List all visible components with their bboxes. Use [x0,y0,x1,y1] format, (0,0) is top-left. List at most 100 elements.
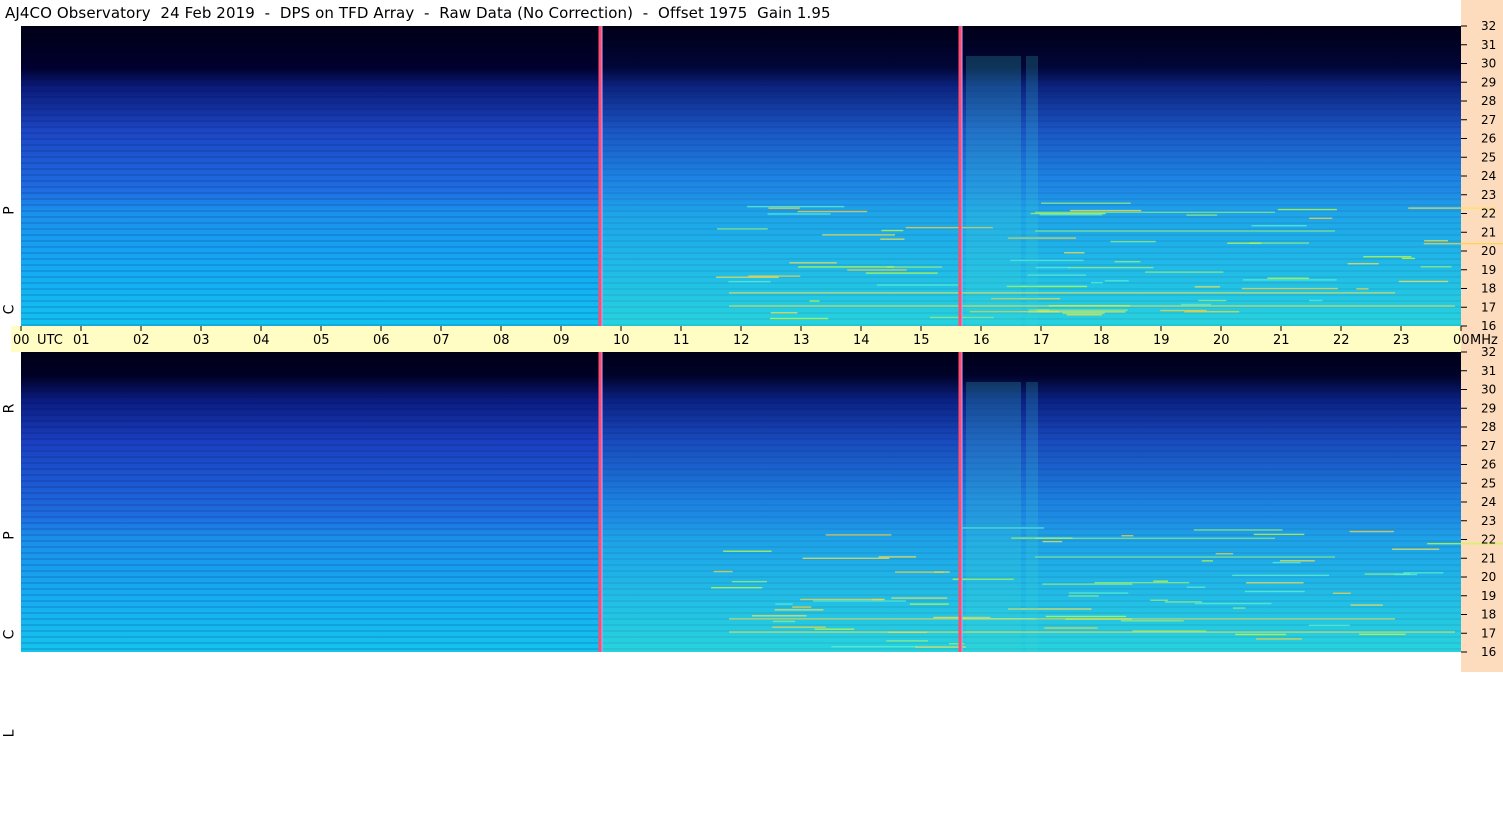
utc-tick-label: 17 [1033,333,1050,348]
interference-streak [1150,599,1169,601]
freq-tick-label: 28 [1481,420,1496,434]
utc-tick-label: 23 [1393,333,1410,348]
interference-streak [1042,540,1063,543]
utc-tick-label: 06 [373,333,390,348]
interference-streak [1160,309,1207,312]
interference-streak [876,284,958,286]
carrier-line [1035,537,1275,539]
freq-tick-label: 21 [1481,225,1496,239]
utc-tick-label: 00 [1453,333,1470,348]
interference-streak [751,615,807,617]
interference-streak [1401,257,1416,260]
freq-tick-label: 32 [1481,345,1496,359]
interference-streak [1398,280,1449,283]
interference-streak [1067,266,1154,269]
freq-tick-label: 17 [1481,626,1496,640]
freq-tick-label: 19 [1481,263,1496,277]
utc-tick-label: 02 [133,333,150,348]
interference-streak [717,228,768,230]
time-marker-edge [601,26,603,326]
interference-streak [1350,604,1383,606]
time-marker-edge [601,352,603,652]
utc-tick-label: 05 [313,333,330,348]
interference-streak [1164,601,1202,603]
time-marker [958,352,962,652]
interference-streak [1153,580,1169,582]
interference-streak [1242,279,1337,281]
interference-streak [1253,533,1305,536]
interference-streak [1277,208,1337,211]
interference-streak [1042,583,1133,585]
freq-tick-label: 30 [1481,383,1496,397]
freq-tick-label: 26 [1481,458,1496,472]
interference-streak [1279,560,1315,562]
interference-streak [1215,553,1234,555]
interference-streak [800,598,885,601]
interference-streak [1035,266,1070,269]
interference-streak [1349,530,1394,533]
interference-streak [825,534,892,536]
interference-streak [1392,548,1440,550]
interference-streak [1028,309,1128,311]
interference-streak [814,628,855,630]
freq-tick-label: 22 [1481,207,1496,221]
interference-streak [1246,582,1304,584]
emission-column [966,382,1021,652]
interference-streak [1308,624,1350,627]
interference-streak [713,570,733,573]
interference-streak [1181,303,1212,306]
interference-streak [1041,202,1131,204]
interference-streak [1120,620,1184,622]
interference-streak [767,213,831,215]
interference-streak [773,620,796,623]
carrier-line [729,631,1455,633]
interference-streak [728,280,771,283]
time-marker [598,352,602,652]
interference-streak [1403,572,1444,574]
freq-tick-label: 23 [1481,188,1496,202]
carrier-line [729,292,1395,294]
freq-tick-label: 31 [1481,364,1496,378]
interference-streak [1045,615,1127,618]
interference-streak [1308,299,1323,302]
carrier-line [1035,230,1335,232]
utc-tick-label: 19 [1153,333,1170,348]
interference-streak [831,646,918,648]
time-marker-edge [961,26,963,326]
freq-tick-label: 27 [1481,439,1496,453]
spectrogram-chart: 00 01 02 03 04 05 06 07 08 09 10 11 12 13 14 15 16 17 18 19… [11,19,1503,659]
interference-streak [747,205,845,208]
utc-tick-label: 04 [253,333,270,348]
interference-streak [1110,240,1156,243]
interference-streak [797,266,894,268]
interference-streak [1333,592,1351,595]
freq-tick-label: 19 [1481,589,1496,603]
interference-streak [1030,212,1106,215]
interference-streak [881,229,904,232]
interference-streak [802,557,890,559]
rcp-panel [21,26,1503,326]
interference-streak [1198,299,1227,302]
freq-tick-label: 30 [1481,57,1496,71]
interference-streak [1251,225,1307,227]
interference-streak [711,587,763,589]
interference-streak [1256,638,1302,640]
utc-tick-label: 11 [673,333,690,348]
interference-streak [1232,574,1330,577]
interference-streak [1194,602,1272,605]
utc-tick-label: 07 [433,333,450,348]
freq-tick-label: 20 [1481,244,1496,258]
interference-streak [1232,607,1246,609]
freq-tick-label: 29 [1481,75,1496,89]
interference-streak [886,640,929,642]
freq-tick-label: 16 [1481,319,1496,333]
freq-tick-label: 24 [1481,169,1496,183]
interference-streak [1062,312,1105,314]
freq-tick-label: 18 [1481,608,1496,622]
interference-streak [1070,209,1142,212]
interference-streak [1104,280,1129,282]
utc-tick-label: 21 [1273,333,1290,348]
interference-streak [1068,592,1129,594]
interference-streak [1044,627,1098,629]
utc-tick-label: 10 [613,333,630,348]
